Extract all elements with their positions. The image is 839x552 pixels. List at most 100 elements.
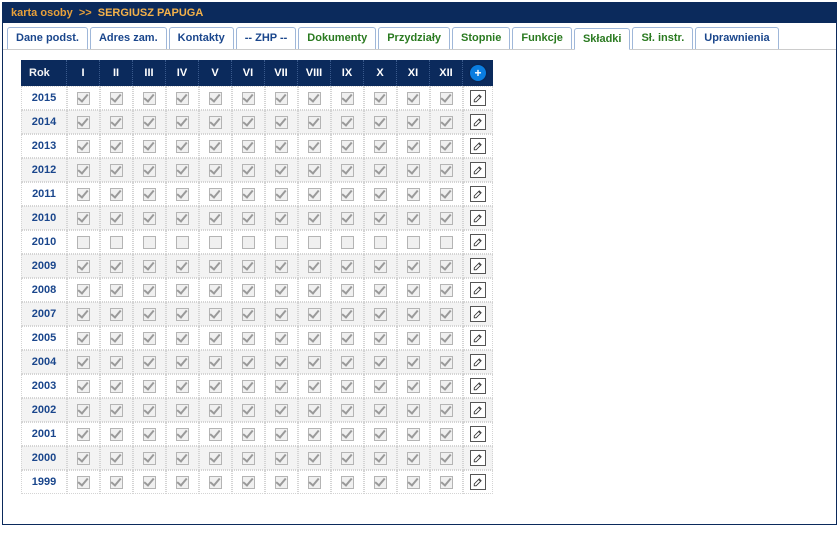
edit-row-icon[interactable] xyxy=(470,426,486,442)
month-cell xyxy=(265,398,298,422)
month-checkbox xyxy=(242,380,255,393)
edit-row-icon[interactable] xyxy=(470,162,486,178)
table-row: 2004 xyxy=(21,350,493,374)
year-cell: 2010 xyxy=(21,206,67,230)
month-cell xyxy=(265,86,298,110)
edit-row-icon[interactable] xyxy=(470,378,486,394)
edit-row-icon[interactable] xyxy=(470,234,486,250)
edit-row-icon[interactable] xyxy=(470,186,486,202)
edit-row-icon[interactable] xyxy=(470,402,486,418)
month-checkbox xyxy=(341,356,354,369)
month-cell xyxy=(331,86,364,110)
month-checkbox xyxy=(341,188,354,201)
tab-dokumenty[interactable]: Dokumenty xyxy=(298,27,376,49)
month-cell xyxy=(430,302,463,326)
edit-row-icon[interactable] xyxy=(470,282,486,298)
month-checkbox xyxy=(176,452,189,465)
col-header-month-I: I xyxy=(67,60,100,86)
month-checkbox xyxy=(407,356,420,369)
tab-kontakty[interactable]: Kontakty xyxy=(169,27,234,49)
month-cell xyxy=(364,326,397,350)
tab-adres-zam-[interactable]: Adres zam. xyxy=(90,27,167,49)
month-checkbox xyxy=(209,92,222,105)
month-checkbox xyxy=(308,164,321,177)
month-checkbox xyxy=(143,164,156,177)
tab-s-instr-[interactable]: Sł. instr. xyxy=(632,27,693,49)
edit-row-icon[interactable] xyxy=(470,330,486,346)
table-row: 2011 xyxy=(21,182,493,206)
tab-dane-podst-[interactable]: Dane podst. xyxy=(7,27,88,49)
edit-cell xyxy=(463,470,493,494)
month-checkbox xyxy=(143,476,156,489)
add-year-icon[interactable]: + xyxy=(470,65,486,81)
year-cell: 2002 xyxy=(21,398,67,422)
tab-przydzia-y[interactable]: Przydziały xyxy=(378,27,450,49)
edit-row-icon[interactable] xyxy=(470,306,486,322)
month-checkbox xyxy=(242,116,255,129)
edit-row-icon[interactable] xyxy=(470,210,486,226)
month-cell xyxy=(331,326,364,350)
month-cell xyxy=(364,134,397,158)
month-cell xyxy=(265,158,298,182)
month-checkbox xyxy=(308,332,321,345)
month-cell xyxy=(199,422,232,446)
month-cell xyxy=(67,398,100,422)
month-cell xyxy=(298,158,331,182)
tab--zhp-[interactable]: -- ZHP -- xyxy=(236,27,297,49)
month-checkbox xyxy=(143,188,156,201)
edit-row-icon[interactable] xyxy=(470,114,486,130)
month-checkbox xyxy=(374,332,387,345)
month-checkbox xyxy=(110,92,123,105)
month-checkbox xyxy=(209,260,222,273)
edit-cell xyxy=(463,134,493,158)
table-row: 2008 xyxy=(21,278,493,302)
month-cell xyxy=(265,326,298,350)
month-cell xyxy=(133,398,166,422)
tab-content-skladki: RokIIIIIIIVVVIVIIVIIIIXXXIXII+ 201520142… xyxy=(3,50,836,524)
month-cell xyxy=(331,374,364,398)
month-checkbox xyxy=(176,92,189,105)
month-checkbox xyxy=(110,164,123,177)
month-cell xyxy=(199,374,232,398)
month-checkbox xyxy=(440,116,453,129)
month-checkbox xyxy=(407,476,420,489)
month-cell xyxy=(298,254,331,278)
month-cell xyxy=(430,422,463,446)
table-row: 2003 xyxy=(21,374,493,398)
month-checkbox xyxy=(143,428,156,441)
month-cell xyxy=(397,326,430,350)
month-checkbox xyxy=(209,308,222,321)
month-cell xyxy=(298,374,331,398)
tab-funkcje[interactable]: Funkcje xyxy=(512,27,572,49)
edit-row-icon[interactable] xyxy=(470,90,486,106)
month-cell xyxy=(331,182,364,206)
tab-sk-adki[interactable]: Składki xyxy=(574,28,631,50)
month-cell xyxy=(265,134,298,158)
month-checkbox xyxy=(77,260,90,273)
table-row: 2002 xyxy=(21,398,493,422)
month-checkbox xyxy=(341,404,354,417)
month-checkbox xyxy=(176,212,189,225)
month-checkbox xyxy=(341,212,354,225)
month-checkbox xyxy=(110,260,123,273)
month-cell xyxy=(331,134,364,158)
edit-row-icon[interactable] xyxy=(470,474,486,490)
month-checkbox xyxy=(440,404,453,417)
month-cell xyxy=(67,350,100,374)
month-checkbox xyxy=(176,236,189,249)
month-checkbox xyxy=(209,116,222,129)
tab-uprawnienia[interactable]: Uprawnienia xyxy=(695,27,778,49)
month-cell xyxy=(331,446,364,470)
month-cell xyxy=(166,182,199,206)
month-checkbox xyxy=(407,380,420,393)
edit-row-icon[interactable] xyxy=(470,258,486,274)
month-checkbox xyxy=(110,284,123,297)
month-cell xyxy=(364,374,397,398)
edit-row-icon[interactable] xyxy=(470,354,486,370)
month-cell xyxy=(364,350,397,374)
edit-row-icon[interactable] xyxy=(470,450,486,466)
tab-stopnie[interactable]: Stopnie xyxy=(452,27,510,49)
edit-row-icon[interactable] xyxy=(470,138,486,154)
month-checkbox xyxy=(77,284,90,297)
month-checkbox xyxy=(275,356,288,369)
